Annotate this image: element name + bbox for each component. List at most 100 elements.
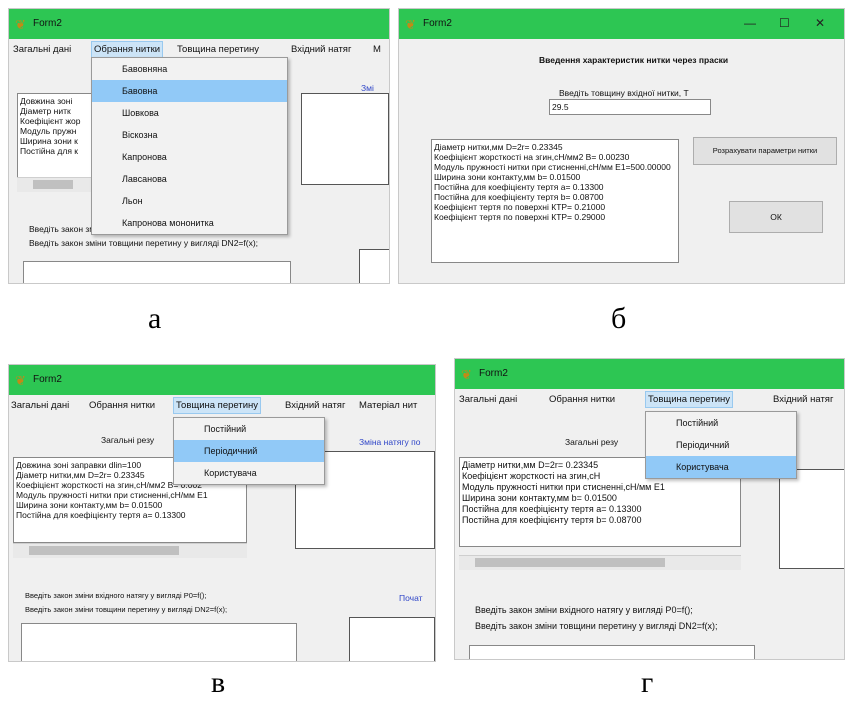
thickness-input[interactable]: 29.5: [549, 99, 711, 115]
memo-line: Ширина зони контакту,мм b= 0.01500: [462, 493, 617, 503]
title-bar: ❦ Form2 — ☐ ✕: [399, 9, 844, 39]
scroll-thumb[interactable]: [475, 558, 665, 567]
dropdown-item[interactable]: Льон: [92, 190, 287, 212]
menu-material[interactable]: Матеріал нит: [359, 400, 417, 411]
menu-bar: Загальні дані Обрання нитки Товщина пере…: [9, 39, 389, 59]
results-memo[interactable]: Довжина зоні Діаметр нитк Коефіцієнт жор…: [17, 93, 101, 179]
menu-bar: Загальні дані Обрання нитки Товщина пере…: [9, 395, 435, 415]
dialog-heading: Введення характеристик нитки через праск…: [539, 55, 729, 65]
prompt-input-tension: Введіть закон зміни вхідного натягу у ви…: [25, 591, 207, 600]
caption-a: а: [148, 302, 162, 335]
memo-line: Модуль пружн: [20, 126, 77, 136]
horizontal-scrollbar[interactable]: [13, 543, 247, 558]
close-icon[interactable]: ✕: [815, 16, 825, 30]
results-memo[interactable]: Діаметр нитки,мм D=2r= 0.23345 Коефіцієн…: [431, 139, 679, 263]
calc-params-button[interactable]: Розрахувати параметри нитки: [693, 137, 837, 165]
prompt-thickness: Введіть закон зміни товщини перетину у в…: [25, 605, 228, 614]
formula-input[interactable]: [23, 261, 291, 283]
prompt-thickness: Введіть закон зміни товщини перетину у в…: [475, 621, 718, 631]
memo-line: Модуль пружності нитки при стисненні,сН/…: [462, 482, 665, 492]
title-bar: ❦ Form2: [9, 9, 389, 39]
caption-b: б: [611, 302, 627, 335]
dropdown-item-highlighted[interactable]: Періодичний: [174, 440, 324, 462]
memo-line: Постійна для к: [20, 146, 79, 156]
side-link[interactable]: Зміна натягу по: [359, 437, 420, 447]
dropdown-item[interactable]: Шовкова: [92, 102, 287, 124]
panel-c: ❦ Form2 Загальні дані Обрання нитки Товщ…: [8, 364, 436, 662]
memo-line: Постійна для коефіцієнту тертя a= 0.1330…: [462, 504, 642, 514]
menu-input-tension[interactable]: Вхідний натяг: [285, 400, 345, 411]
app-icon: ❦: [15, 17, 26, 32]
formula-input[interactable]: [21, 623, 297, 661]
menu-general[interactable]: Загальні дані: [11, 400, 69, 411]
memo-line: Коефіцієнт жор: [20, 116, 81, 126]
menu-material[interactable]: М: [373, 44, 381, 55]
window-title: Form2: [479, 368, 508, 379]
calc-button-label: Розрахувати параметри нитки: [712, 146, 818, 155]
ok-button[interactable]: ОК: [729, 201, 823, 233]
dropdown-item[interactable]: Постійний: [646, 412, 796, 434]
side-link[interactable]: Змі: [361, 83, 374, 93]
dropdown-item[interactable]: Віскозна: [92, 124, 287, 146]
menu-thickness[interactable]: Товщина перетину: [645, 391, 734, 408]
memo-line: Модуль пружності нитки при стисненні,сН/…: [16, 490, 208, 500]
results-label: Загальні резу: [101, 435, 155, 445]
memo-line: Коефіцієнт тертя по поверхні КТР= 0.2900…: [434, 212, 606, 222]
app-icon: ❦: [405, 17, 416, 32]
dropdown-item-highlighted[interactable]: Користувача: [646, 456, 796, 478]
menu-thread-select[interactable]: Обрання нитки: [549, 394, 615, 405]
panel-d: ❦ Form2 Загальні дані Обрання нитки Товщ…: [454, 358, 845, 660]
window-title: Form2: [33, 18, 62, 29]
formula-input[interactable]: [469, 645, 755, 659]
memo-line: Діаметр нитк: [20, 106, 71, 116]
scroll-thumb[interactable]: [33, 180, 73, 189]
dropdown-item[interactable]: Капронова мононитка: [92, 212, 287, 234]
menu-input-tension[interactable]: Вхідний натяг: [773, 394, 833, 405]
input-label: Введіть товщину вхідної нитки, Т: [559, 88, 689, 98]
caption-c: в: [211, 666, 226, 699]
graph-box: [779, 469, 844, 569]
minimize-icon[interactable]: —: [744, 16, 756, 30]
title-bar: ❦ Form2: [455, 359, 844, 389]
menu-thread-select[interactable]: Обрання нитки: [91, 41, 164, 58]
window-title: Form2: [423, 18, 452, 29]
memo-line: Діаметр нитки,мм D=2r= 0.23345: [434, 142, 563, 152]
horizontal-scrollbar[interactable]: [17, 177, 101, 192]
memo-line: Модуль пружності нитки при стисненні,сН/…: [434, 162, 671, 172]
results-label: Загальні резу: [565, 437, 619, 447]
dropdown-item[interactable]: Лавсанова: [92, 168, 287, 190]
dropdown-item-highlighted[interactable]: Бавовна: [92, 80, 287, 102]
menu-thread-select[interactable]: Обрання нитки: [89, 400, 155, 411]
graph-box-2: [359, 249, 389, 283]
side-link-2[interactable]: Почат: [399, 593, 423, 603]
panel-a: ❦ Form2 Загальні дані Обрання нитки Товщ…: [8, 8, 390, 284]
dropdown-item[interactable]: Періодичний: [646, 434, 796, 456]
memo-line: Постійна для коефіцієнту тертя a= 0.1330…: [434, 182, 604, 192]
dropdown-item[interactable]: Постійний: [174, 418, 324, 440]
dropdown-item[interactable]: Капронова: [92, 146, 287, 168]
graph-box: [301, 93, 389, 185]
memo-line: Ширина зони контакту,мм b= 0.01500: [16, 500, 163, 510]
graph-box-2: [349, 617, 435, 661]
scroll-thumb[interactable]: [29, 546, 179, 555]
horizontal-scrollbar[interactable]: [459, 555, 741, 570]
prompt-thickness: Введіть закон зміни товщини перетину у в…: [29, 238, 259, 248]
memo-line: Постійна для коефіцієнту тертя a= 0.1330…: [16, 510, 186, 520]
caption-d: г: [641, 666, 654, 699]
thickness-dropdown: Постійний Періодичний Користувача: [173, 417, 325, 485]
menu-thickness[interactable]: Товщина перетину: [173, 397, 262, 414]
memo-line: Коефіцієнт жорсткості на згин,сН/мм2 B= …: [434, 152, 630, 162]
memo-line: Ширина зони к: [20, 136, 78, 146]
dropdown-item[interactable]: Користувача: [174, 462, 324, 484]
thickness-dropdown: Постійний Періодичний Користувача: [645, 411, 797, 479]
memo-line: Ширина зони контакту,мм b= 0.01500: [434, 172, 581, 182]
maximize-icon[interactable]: ☐: [779, 16, 790, 30]
dropdown-item[interactable]: Бавовняна: [92, 58, 287, 80]
menu-input-tension[interactable]: Вхідний натяг: [291, 44, 351, 55]
memo-line: Довжина зоні: [20, 96, 73, 106]
menu-general[interactable]: Загальні дані: [13, 44, 71, 55]
app-icon: ❦: [461, 367, 472, 382]
menu-general[interactable]: Загальні дані: [459, 394, 517, 405]
memo-line: Постійна для коефіцієнту тертя b= 0.0870…: [462, 515, 642, 525]
menu-thickness[interactable]: Товщина перетину: [177, 44, 259, 55]
